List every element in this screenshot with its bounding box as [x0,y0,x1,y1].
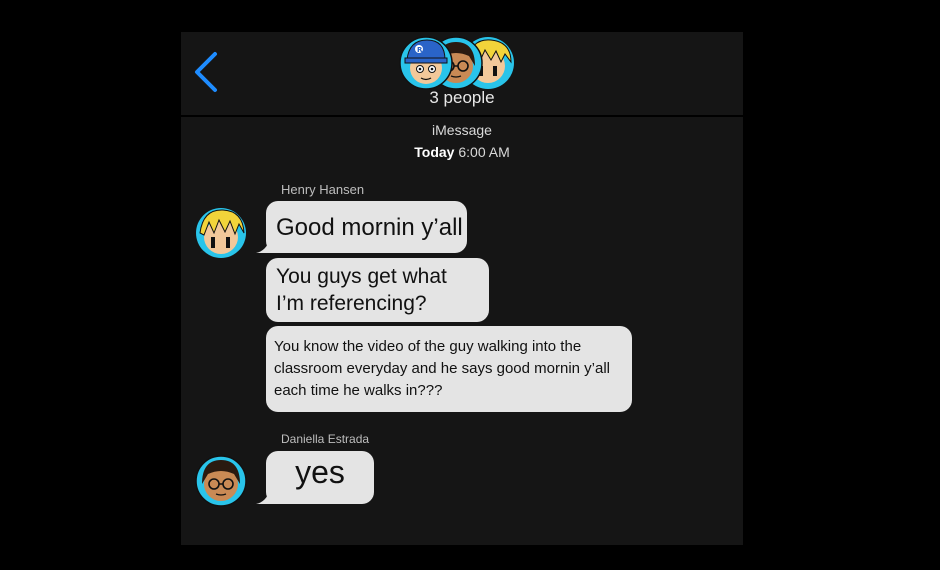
message-text: yes [295,454,345,490]
group-avatars[interactable]: R [399,36,519,90]
message-bubble[interactable]: You know the video of the guy walking in… [266,326,632,412]
group-name[interactable]: 3 people [181,88,743,108]
message-bubble[interactable]: Good mornin y’all [256,201,467,253]
bubble-tail [256,488,278,504]
service-label: iMessage [432,122,492,138]
glasses-girl-avatar[interactable] [195,455,247,507]
date-label: Today [414,144,455,160]
time-label: 6:00 AM [458,144,510,160]
sender-name: Daniella Estrada [281,432,370,446]
message-bubble[interactable]: yes [256,451,374,504]
blonde-boy-avatar[interactable] [195,207,247,259]
conversation-header: R 3 people [181,32,743,117]
message-bubble[interactable]: You guys get what I’m referencing? [266,258,489,322]
message-text: You know the video of the guy walking in… [274,338,610,399]
blue-cap-boy-avatar: R [399,36,453,90]
sender-name: Henry Hansen [281,182,365,197]
messages-screen: R 3 people iMessage Today 6:00 AM Henry … [181,32,743,545]
message-text: You guys get what I’m referencing? [276,265,447,315]
bubble-tail [256,237,278,253]
timestamp: Today 6:00 AM [181,144,743,160]
svg-text:R: R [417,46,423,54]
message-text: Good mornin y’all [276,214,463,241]
